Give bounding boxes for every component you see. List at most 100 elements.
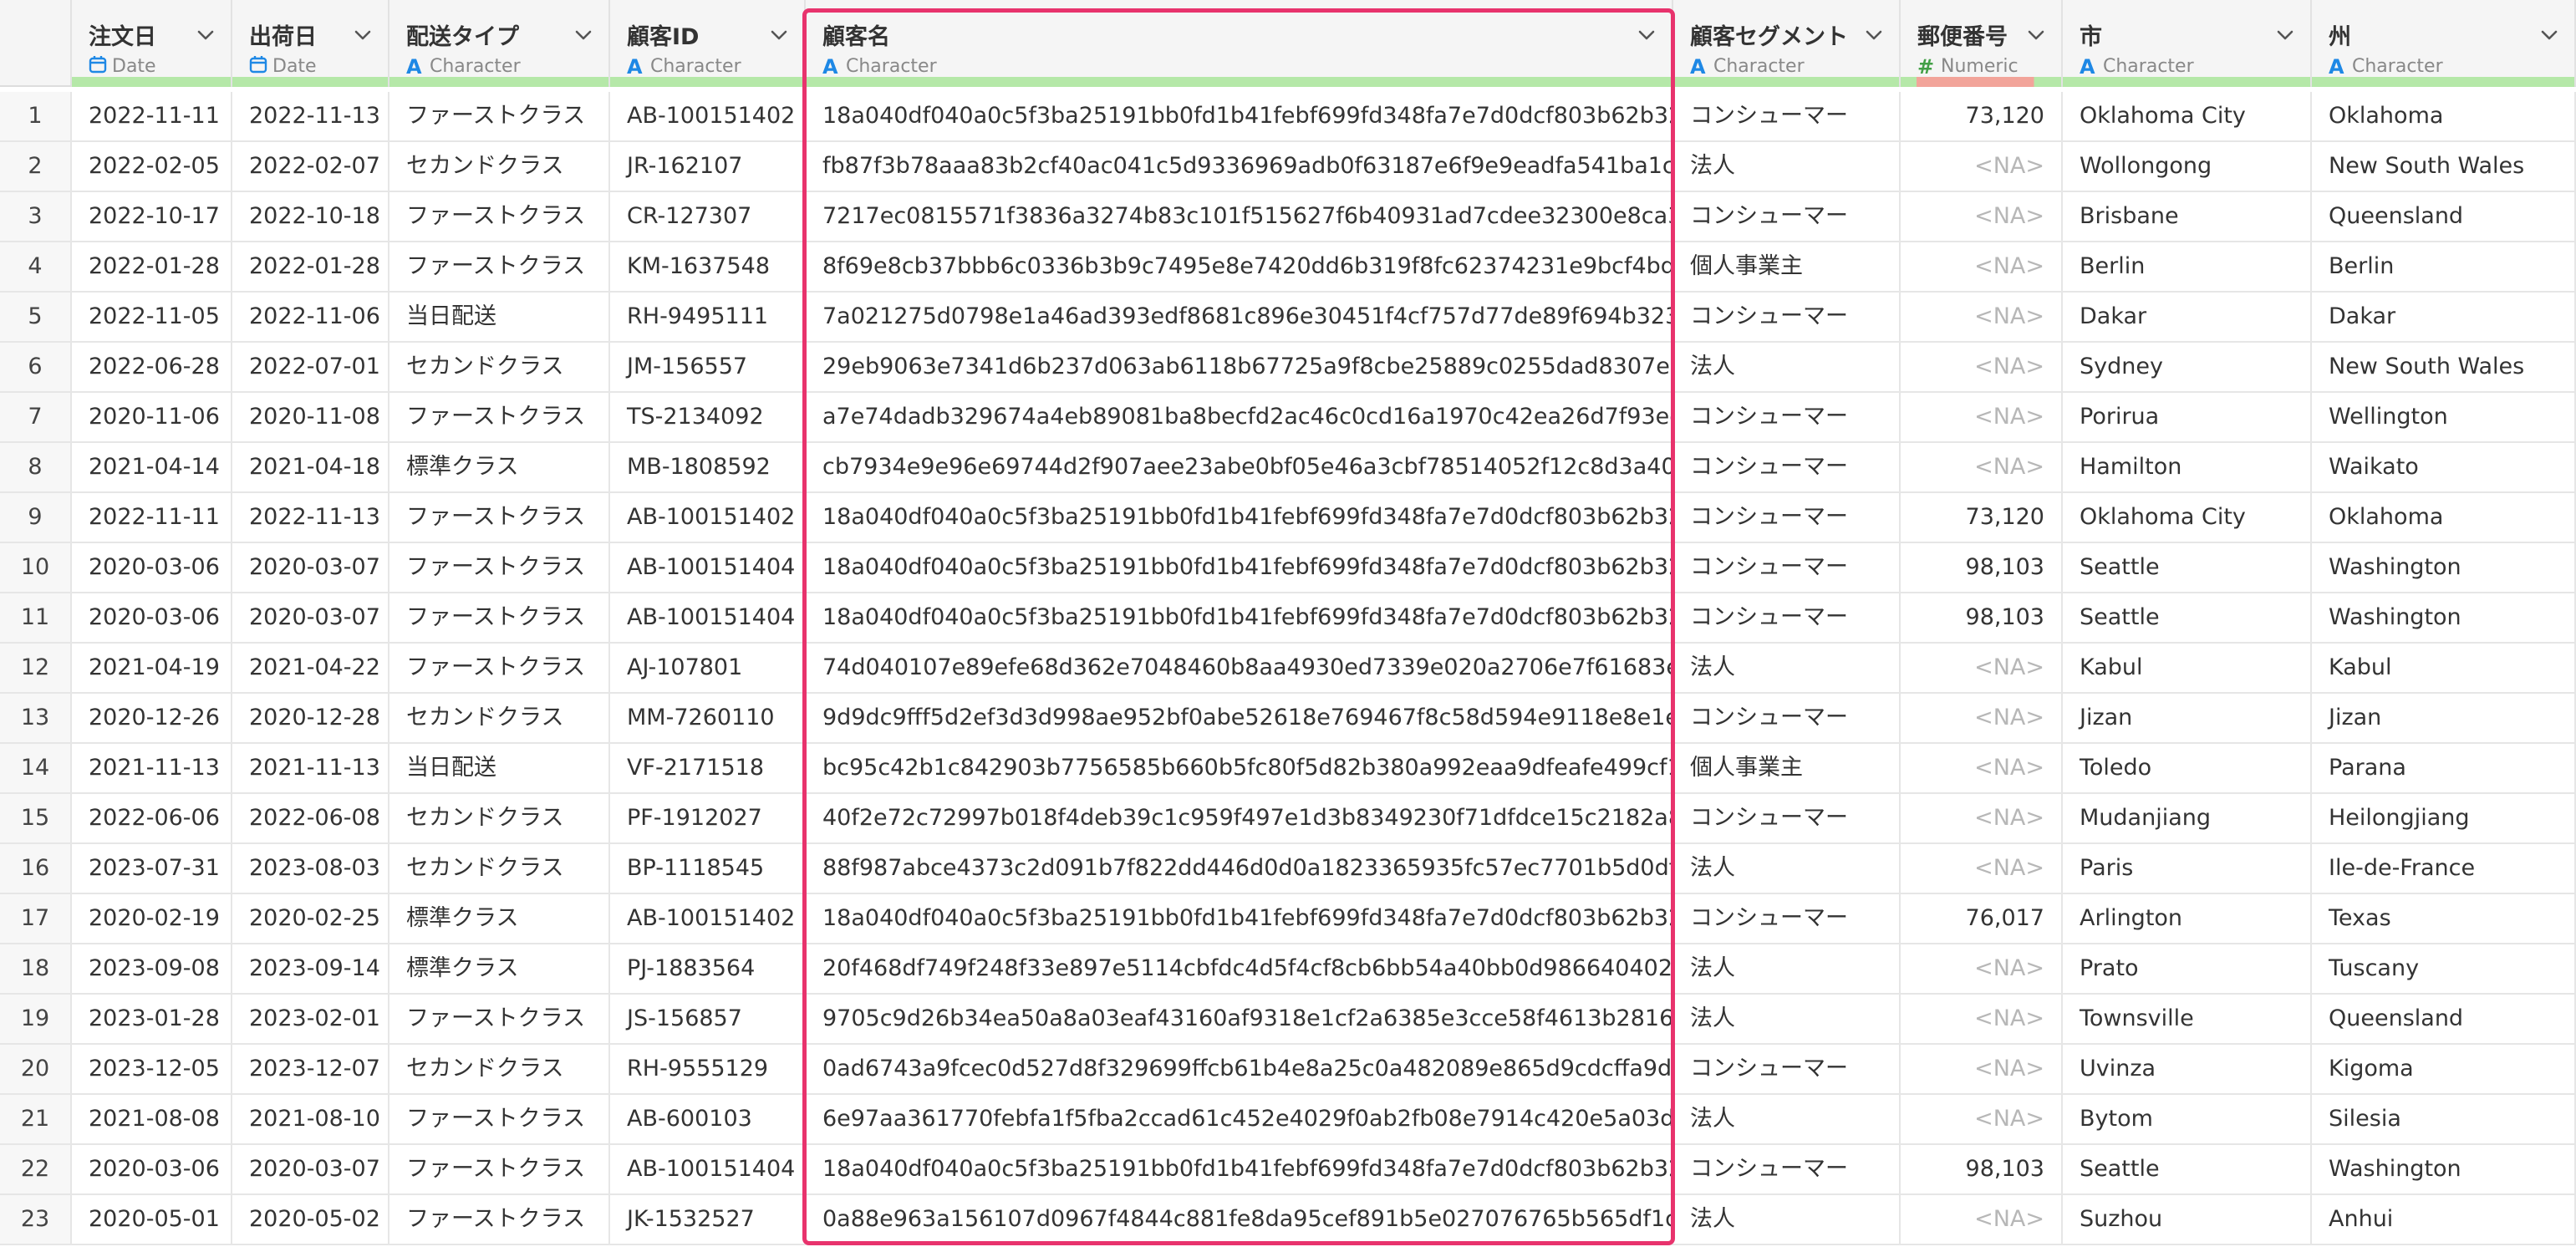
cell-city[interactable]: Seattle: [2063, 593, 2312, 644]
cell-ship_date[interactable]: 2023-12-07: [232, 1045, 389, 1095]
cell-customer_name[interactable]: 29eb9063e7341d6b237d063ab6118b67725a9f8c…: [806, 343, 1673, 393]
cell-postal[interactable]: 73,120: [1901, 92, 2063, 142]
cell-customer_name[interactable]: 74d040107e89efe68d362e7048460b8aa4930ed7…: [806, 644, 1673, 694]
cell-customer_name[interactable]: 6e97aa361770febfa1f5fba2ccad61c452e4029f…: [806, 1095, 1673, 1145]
cell-ship_type[interactable]: ファーストクラス: [389, 192, 610, 242]
cell-ship_date[interactable]: 2020-03-07: [232, 593, 389, 644]
cell-customer_name[interactable]: 20f468df749f248f33e897e5114cbfdc4d5f4cf8…: [806, 944, 1673, 995]
cell-customer_id[interactable]: TS-2134092: [610, 393, 806, 443]
cell-ship_date[interactable]: 2021-11-13: [232, 744, 389, 794]
cell-customer_name[interactable]: fb87f3b78aaa83b2cf40ac041c5d9336969adb0f…: [806, 142, 1673, 192]
cell-postal[interactable]: <NA>: [1901, 443, 2063, 493]
cell-order_date[interactable]: 2021-08-08: [72, 1095, 232, 1145]
cell-postal[interactable]: <NA>: [1901, 142, 2063, 192]
cell-ship_type[interactable]: ファーストクラス: [389, 644, 610, 694]
cell-segment[interactable]: コンシューマー: [1673, 1145, 1901, 1195]
cell-state[interactable]: Heilongjiang: [2312, 794, 2576, 844]
cell-customer_id[interactable]: AB-100151404: [610, 593, 806, 644]
cell-state[interactable]: Tuscany: [2312, 944, 2576, 995]
cell-ship_date[interactable]: 2022-01-28: [232, 242, 389, 293]
cell-ship_date[interactable]: 2022-11-13: [232, 92, 389, 142]
cell-segment[interactable]: コンシューマー: [1673, 593, 1901, 644]
cell-ship_date[interactable]: 2023-08-03: [232, 844, 389, 894]
cell-city[interactable]: Sydney: [2063, 343, 2312, 393]
cell-city[interactable]: Oklahoma City: [2063, 92, 2312, 142]
cell-city[interactable]: Arlington: [2063, 894, 2312, 944]
cell-city[interactable]: Toledo: [2063, 744, 2312, 794]
cell-customer_name[interactable]: 7217ec0815571f3836a3274b83c101f515627f6b…: [806, 192, 1673, 242]
cell-ship_date[interactable]: 2023-02-01: [232, 995, 389, 1045]
cell-postal[interactable]: 98,103: [1901, 1145, 2063, 1195]
cell-postal[interactable]: <NA>: [1901, 995, 2063, 1045]
column-header-postal[interactable]: 郵便番号 # Numeric: [1901, 0, 2063, 87]
cell-customer_name[interactable]: 7a021275d0798e1a46ad393edf8681c896e30451…: [806, 293, 1673, 343]
cell-postal[interactable]: <NA>: [1901, 293, 2063, 343]
cell-order_date[interactable]: 2022-02-05: [72, 142, 232, 192]
column-header-customer_id[interactable]: 顧客ID A Character: [610, 0, 806, 87]
cell-ship_type[interactable]: セカンドクラス: [389, 844, 610, 894]
cell-order_date[interactable]: 2020-02-19: [72, 894, 232, 944]
cell-order_date[interactable]: 2020-03-06: [72, 1145, 232, 1195]
cell-segment[interactable]: コンシューマー: [1673, 543, 1901, 593]
cell-state[interactable]: New South Wales: [2312, 142, 2576, 192]
column-header-order_date[interactable]: 注文日 Date: [72, 0, 232, 87]
cell-order_date[interactable]: 2020-03-06: [72, 593, 232, 644]
cell-ship_type[interactable]: ファーストクラス: [389, 543, 610, 593]
cell-segment[interactable]: コンシューマー: [1673, 92, 1901, 142]
cell-ship_date[interactable]: 2020-05-02: [232, 1195, 389, 1245]
cell-state[interactable]: Washington: [2312, 1145, 2576, 1195]
cell-city[interactable]: Brisbane: [2063, 192, 2312, 242]
cell-segment[interactable]: コンシューマー: [1673, 894, 1901, 944]
cell-customer_name[interactable]: 40f2e72c72997b018f4deb39c1c959f497e1d3b8…: [806, 794, 1673, 844]
cell-order_date[interactable]: 2022-11-11: [72, 92, 232, 142]
cell-customer_name[interactable]: 9d9dc9fff5d2ef3d3d998ae952bf0abe52618e76…: [806, 694, 1673, 744]
cell-order_date[interactable]: 2023-01-28: [72, 995, 232, 1045]
cell-customer_id[interactable]: AB-100151402: [610, 493, 806, 543]
cell-state[interactable]: Kabul: [2312, 644, 2576, 694]
cell-customer_id[interactable]: KM-1637548: [610, 242, 806, 293]
cell-state[interactable]: Parana: [2312, 744, 2576, 794]
cell-customer_id[interactable]: AB-100151404: [610, 1145, 806, 1195]
cell-ship_type[interactable]: 標準クラス: [389, 944, 610, 995]
cell-postal[interactable]: <NA>: [1901, 944, 2063, 995]
cell-ship_date[interactable]: 2022-07-01: [232, 343, 389, 393]
cell-state[interactable]: Anhui: [2312, 1195, 2576, 1245]
cell-state[interactable]: Silesia: [2312, 1095, 2576, 1145]
cell-order_date[interactable]: 2020-12-26: [72, 694, 232, 744]
cell-ship_type[interactable]: ファーストクラス: [389, 493, 610, 543]
cell-postal[interactable]: <NA>: [1901, 343, 2063, 393]
cell-segment[interactable]: コンシューマー: [1673, 493, 1901, 543]
cell-state[interactable]: Texas: [2312, 894, 2576, 944]
cell-state[interactable]: Wellington: [2312, 393, 2576, 443]
cell-segment[interactable]: 法人: [1673, 1095, 1901, 1145]
column-header-ship_type[interactable]: 配送タイプ A Character: [389, 0, 610, 87]
cell-customer_id[interactable]: BP-1118545: [610, 844, 806, 894]
cell-segment[interactable]: 法人: [1673, 142, 1901, 192]
cell-segment[interactable]: コンシューマー: [1673, 293, 1901, 343]
cell-customer_id[interactable]: JK-1532527: [610, 1195, 806, 1245]
cell-ship_type[interactable]: セカンドクラス: [389, 142, 610, 192]
cell-state[interactable]: Oklahoma: [2312, 92, 2576, 142]
cell-postal[interactable]: <NA>: [1901, 393, 2063, 443]
cell-order_date[interactable]: 2021-04-14: [72, 443, 232, 493]
cell-customer_id[interactable]: VF-2171518: [610, 744, 806, 794]
chevron-down-icon[interactable]: [2539, 25, 2559, 48]
cell-ship_date[interactable]: 2023-09-14: [232, 944, 389, 995]
cell-city[interactable]: Porirua: [2063, 393, 2312, 443]
cell-ship_date[interactable]: 2022-10-18: [232, 192, 389, 242]
cell-order_date[interactable]: 2022-10-17: [72, 192, 232, 242]
cell-customer_name[interactable]: 0ad6743a9fcec0d527d8f329699ffcb61b4e8a25…: [806, 1045, 1673, 1095]
cell-segment[interactable]: 法人: [1673, 644, 1901, 694]
cell-postal[interactable]: <NA>: [1901, 1095, 2063, 1145]
cell-city[interactable]: Paris: [2063, 844, 2312, 894]
cell-customer_id[interactable]: AB-100151402: [610, 92, 806, 142]
cell-ship_date[interactable]: 2020-02-25: [232, 894, 389, 944]
cell-customer_name[interactable]: 18a040df040a0c5f3ba25191bb0fd1b41febf699…: [806, 543, 1673, 593]
cell-segment[interactable]: 法人: [1673, 1195, 1901, 1245]
cell-ship_date[interactable]: 2021-08-10: [232, 1095, 389, 1145]
cell-segment[interactable]: 個人事業主: [1673, 242, 1901, 293]
cell-customer_name[interactable]: 18a040df040a0c5f3ba25191bb0fd1b41febf699…: [806, 92, 1673, 142]
cell-ship_date[interactable]: 2020-12-28: [232, 694, 389, 744]
cell-order_date[interactable]: 2022-01-28: [72, 242, 232, 293]
cell-customer_id[interactable]: AB-600103: [610, 1095, 806, 1145]
